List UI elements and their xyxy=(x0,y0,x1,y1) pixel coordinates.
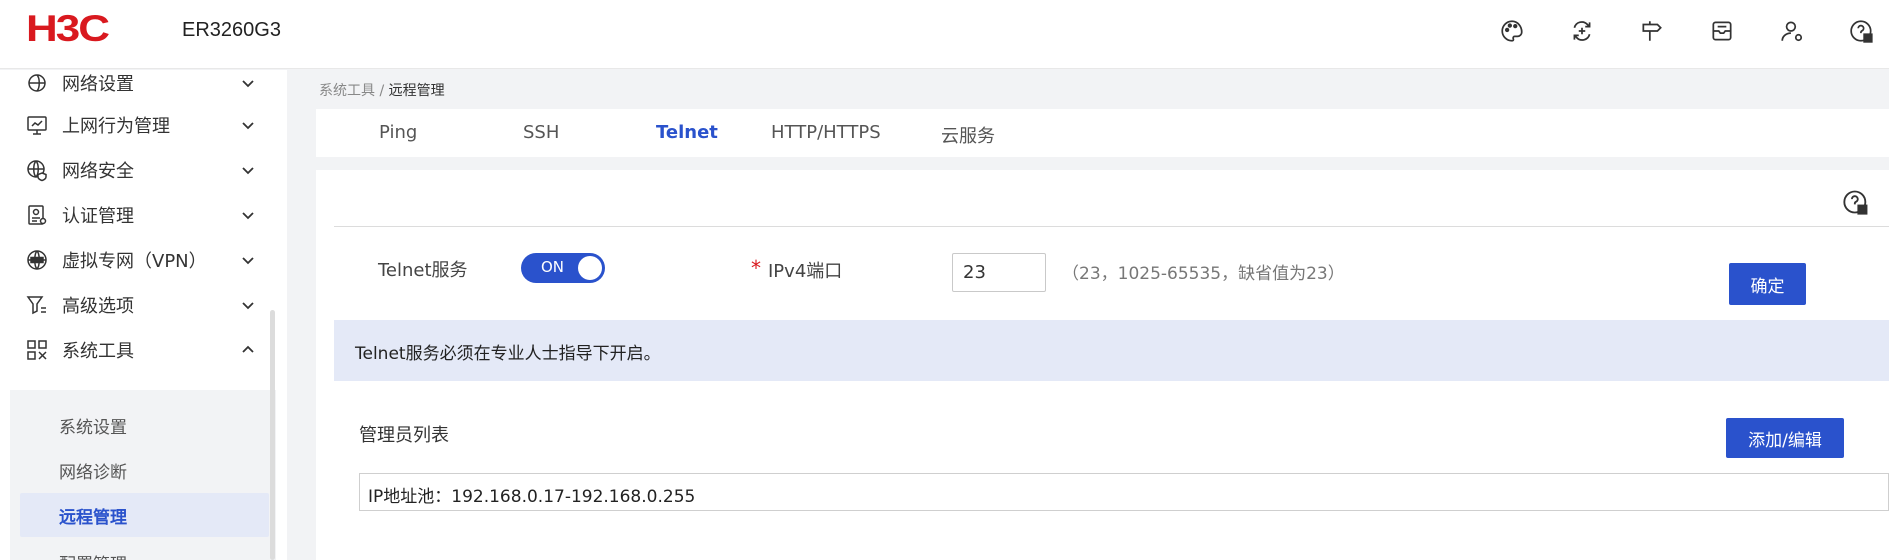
ipv4-port-input[interactable] xyxy=(952,253,1046,292)
system-tools-submenu: 系统设置 网络诊断 远程管理 配置管理 xyxy=(10,390,276,560)
tab-ping[interactable]: Ping xyxy=(379,122,417,143)
add-edit-button[interactable]: 添加/编辑 xyxy=(1726,418,1844,458)
filter-icon xyxy=(24,292,50,318)
ipv4-port-label: IPv4端口 xyxy=(768,261,843,282)
sidebar-item-vpn[interactable]: 虚拟专网（VPN） xyxy=(0,237,287,283)
sync-icon[interactable] xyxy=(1567,16,1597,46)
toggle-knob xyxy=(578,256,602,280)
subitem-label: 网络诊断 xyxy=(59,462,127,483)
monitor-icon xyxy=(24,112,50,138)
palette-icon[interactable] xyxy=(1497,16,1527,46)
help-icon[interactable] xyxy=(1847,16,1877,46)
sidebar-scrollbar[interactable] xyxy=(270,310,275,560)
required-mark: * xyxy=(751,256,761,280)
sidebar-item-label: 上网行为管理 xyxy=(62,116,170,137)
tab-telnet[interactable]: Telnet xyxy=(656,122,718,143)
ip-pool-text: IP地址池：192.168.0.17-192.168.0.255 xyxy=(368,487,696,507)
subitem-label: 配置管理 xyxy=(20,550,127,560)
id-card-icon xyxy=(24,202,50,228)
subitem-label: 远程管理 xyxy=(59,507,127,528)
h3c-logo: H3C xyxy=(26,8,110,50)
chevron-up-icon xyxy=(242,345,254,353)
subitem-label: 系统设置 xyxy=(59,417,127,438)
admin-list-label: 管理员列表 xyxy=(359,425,449,446)
telnet-service-label: Telnet服务 xyxy=(378,260,468,281)
network-settings-icon xyxy=(24,70,50,96)
breadcrumb: 系统工具 / 远程管理 xyxy=(319,80,445,100)
sidebar-item-network-security[interactable]: 网络安全 xyxy=(0,147,287,193)
panel-divider xyxy=(334,226,1889,227)
chevron-down-icon xyxy=(242,80,254,88)
mail-icon[interactable] xyxy=(1707,16,1737,46)
sidebar: 网络设置 上网行为管理 网络安全 认证管理 虚拟专网（VPN） 高级选项 系统工… xyxy=(0,70,287,560)
globe-shield-icon xyxy=(24,157,50,183)
tab-http-https[interactable]: HTTP/HTTPS xyxy=(771,122,881,143)
telnet-service-toggle[interactable]: ON xyxy=(521,253,605,283)
breadcrumb-parent[interactable]: 系统工具 xyxy=(319,83,375,99)
remote-mgmt-tabs: Ping SSH Telnet HTTP/HTTPS 云服务 xyxy=(316,109,1889,157)
device-model: ER3260G3 xyxy=(182,19,281,41)
sidebar-item-label: 高级选项 xyxy=(62,296,134,317)
top-header: H3C ER3260G3 xyxy=(0,0,1889,69)
sidebar-subitem-remote-mgmt[interactable]: 远程管理 xyxy=(20,493,269,537)
sidebar-item-label: 认证管理 xyxy=(62,206,134,227)
sidebar-item-label: 网络设置 xyxy=(62,74,134,95)
sidebar-subitem-network-diagnosis[interactable]: 网络诊断 xyxy=(20,448,269,492)
sidebar-item-label: 虚拟专网（VPN） xyxy=(62,251,207,272)
sidebar-item-system-tools[interactable]: 系统工具 xyxy=(0,327,287,373)
chevron-down-icon xyxy=(242,122,254,130)
sidebar-item-auth-mgmt[interactable]: 认证管理 xyxy=(0,192,287,238)
telnet-panel: Telnet服务 ON * IPv4端口 （23，1025-65535，缺省值为… xyxy=(316,170,1889,560)
sidebar-item-label: 系统工具 xyxy=(62,341,134,362)
chevron-down-icon xyxy=(242,257,254,265)
sidebar-item-network-settings[interactable]: 网络设置 xyxy=(0,70,287,106)
tools-icon xyxy=(24,337,50,363)
header-toolbar xyxy=(1497,16,1877,46)
sidebar-subitem-system-settings[interactable]: 系统设置 xyxy=(20,403,269,447)
sidebar-item-behavior-mgmt[interactable]: 上网行为管理 xyxy=(0,102,287,148)
chevron-down-icon xyxy=(242,167,254,175)
sidebar-subitem-config-mgmt[interactable]: 配置管理 xyxy=(20,540,269,560)
breadcrumb-separator: / xyxy=(375,83,389,99)
user-settings-icon[interactable] xyxy=(1777,16,1807,46)
chevron-down-icon xyxy=(242,302,254,310)
chevron-down-icon xyxy=(242,212,254,220)
notice-text: Telnet服务必须在专业人士指导下开启。 xyxy=(355,344,661,364)
tab-cloud-service[interactable]: 云服务 xyxy=(941,122,995,148)
toggle-label: ON xyxy=(541,258,565,276)
breadcrumb-current: 远程管理 xyxy=(388,83,445,99)
sidebar-item-label: 网络安全 xyxy=(62,161,134,182)
sidebar-item-advanced[interactable]: 高级选项 xyxy=(0,282,287,328)
port-range-hint: （23，1025-65535，缺省值为23） xyxy=(1062,264,1345,284)
vpn-globe-icon xyxy=(24,247,50,273)
signpost-icon[interactable] xyxy=(1637,16,1667,46)
warning-notice: Telnet服务必须在专业人士指导下开启。 xyxy=(334,320,1889,381)
confirm-button[interactable]: 确定 xyxy=(1729,263,1806,305)
tab-ssh[interactable]: SSH xyxy=(523,122,559,143)
ip-pool-row: IP地址池：192.168.0.17-192.168.0.255 xyxy=(359,473,1889,511)
page-help-icon[interactable] xyxy=(1842,188,1870,216)
